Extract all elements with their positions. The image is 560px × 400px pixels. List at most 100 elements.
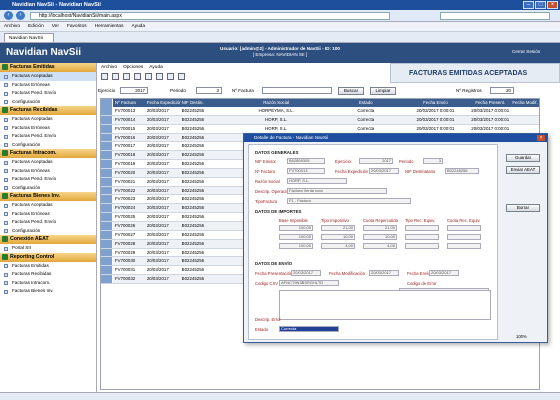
- sidebar-item[interactable]: Facturas Erróneas: [0, 124, 96, 133]
- save-icon[interactable]: [112, 72, 119, 80]
- table-row[interactable]: FV700014 20/03/2017 B02245256 HORP, S.L. Cor…: [101, 115, 539, 125]
- importe-field[interactable]: 21,00: [321, 225, 355, 231]
- importe-field[interactable]: 100,00: [279, 225, 313, 231]
- importe-field[interactable]: [447, 225, 481, 231]
- row-selector[interactable]: [101, 257, 113, 266]
- desc-error-field[interactable]: [279, 290, 491, 320]
- sidebar-item[interactable]: Facturas Aceptadas: [0, 201, 96, 210]
- sidebar-item[interactable]: Facturas Pend. Envío: [0, 218, 96, 227]
- column-header[interactable]: Fecha Modif.: [509, 99, 539, 107]
- sidebar-section-4[interactable]: Conexión AEAT: [0, 235, 96, 244]
- row-selector[interactable]: [101, 133, 113, 142]
- row-selector[interactable]: [101, 160, 113, 168]
- row-selector[interactable]: [101, 107, 113, 115]
- print-icon[interactable]: [123, 72, 130, 80]
- column-header[interactable]: Estado: [330, 99, 400, 107]
- fecha-env-field[interactable]: 20/03/2017: [429, 270, 459, 276]
- importe-field[interactable]: 100,00: [279, 243, 313, 249]
- row-selector[interactable]: [101, 186, 113, 195]
- copy-icon[interactable]: [145, 72, 152, 80]
- browser-menu-2[interactable]: Ver: [52, 24, 59, 29]
- sidebar-item[interactable]: Facturas Aceptadas: [0, 158, 96, 167]
- sidebar-item[interactable]: Configuración: [0, 227, 96, 236]
- maximize-icon[interactable]: □: [535, 1, 546, 9]
- factura-field[interactable]: FV700013: [287, 168, 325, 174]
- sidebar-section-2[interactable]: Facturas Intracom.: [0, 149, 96, 158]
- sidebar-item[interactable]: Facturas Pend. Envío: [0, 89, 96, 98]
- clear-button[interactable]: Limpiar: [370, 86, 396, 95]
- logout-link[interactable]: Cerrar Sesión: [512, 49, 540, 54]
- back-icon[interactable]: ‹: [4, 11, 13, 20]
- column-header[interactable]: Fecha Present.: [469, 99, 509, 107]
- importe-field[interactable]: 4,00: [363, 243, 397, 249]
- importe-field[interactable]: 21,00: [363, 225, 397, 231]
- row-selector[interactable]: [101, 221, 113, 230]
- sidebar-item[interactable]: Facturas Erróneas: [0, 210, 96, 219]
- importe-field[interactable]: 10,00: [363, 234, 397, 240]
- importe-field[interactable]: [405, 243, 439, 249]
- factura-input[interactable]: [262, 87, 332, 94]
- delete-button[interactable]: Borrar: [506, 204, 540, 212]
- main-menu-2[interactable]: Ayuda: [149, 65, 163, 70]
- browser-menu-3[interactable]: Favoritos: [67, 24, 87, 29]
- browser-menu-4[interactable]: Herramientas: [95, 24, 124, 29]
- sidebar-item[interactable]: Facturas Aceptadas: [0, 72, 96, 81]
- nif-dest-field[interactable]: B02245256: [445, 168, 479, 174]
- sidebar-section-3[interactable]: Facturas Bienes Inv.: [0, 192, 96, 201]
- sidebar-item[interactable]: Configuración: [0, 98, 96, 107]
- importe-field[interactable]: [405, 225, 439, 231]
- row-selector[interactable]: [101, 151, 113, 160]
- periodo-field[interactable]: 3: [423, 158, 443, 164]
- importe-field[interactable]: [405, 234, 439, 240]
- main-menu-1[interactable]: Opciones: [123, 65, 143, 70]
- close-icon[interactable]: ×: [547, 1, 558, 9]
- sidebar-section-1[interactable]: Facturas Recibidas: [0, 106, 96, 115]
- row-selector[interactable]: [101, 195, 113, 204]
- search-button[interactable]: Buscar: [338, 86, 364, 95]
- sidebar-item[interactable]: Facturas Aceptadas: [0, 115, 96, 124]
- importe-field[interactable]: [447, 243, 481, 249]
- sidebar-item[interactable]: Portal SII: [0, 244, 96, 253]
- column-header[interactable]: Razón Social: [220, 99, 329, 107]
- column-header[interactable]: Fecha Envío: [400, 99, 470, 107]
- importe-field[interactable]: 10,00: [321, 234, 355, 240]
- tipo-select[interactable]: F1 - Factura: [287, 198, 411, 204]
- export-icon[interactable]: [156, 72, 163, 80]
- excel-icon[interactable]: [167, 72, 174, 80]
- razon-field[interactable]: HORP, S.L.: [287, 178, 347, 184]
- browser-search-input[interactable]: [440, 12, 550, 20]
- fecha-mod-field[interactable]: 20/03/2017: [369, 270, 399, 276]
- row-selector[interactable]: [101, 239, 113, 248]
- row-selector[interactable]: [101, 115, 113, 124]
- row-selector[interactable]: [101, 204, 113, 213]
- column-header[interactable]: NIF Destin.: [181, 99, 221, 107]
- forward-icon[interactable]: ›: [16, 11, 25, 20]
- periodo-input[interactable]: 3: [196, 87, 222, 94]
- minimize-icon[interactable]: –: [523, 1, 534, 9]
- ejercicio-field[interactable]: 2017: [359, 158, 393, 164]
- column-header[interactable]: Fecha Expedición: [145, 99, 181, 107]
- row-selector[interactable]: [101, 213, 113, 221]
- browser-menu-0[interactable]: Archivo: [4, 24, 20, 29]
- sidebar-item[interactable]: Facturas Intracom.: [0, 279, 96, 288]
- browser-menu-1[interactable]: Edición: [28, 24, 44, 29]
- delete-icon[interactable]: [134, 72, 141, 80]
- row-selector[interactable]: [101, 177, 113, 186]
- importe-field[interactable]: 4,00: [321, 243, 355, 249]
- sidebar-item[interactable]: Configuración: [0, 141, 96, 150]
- sidebar-section-5[interactable]: Reporting Control: [0, 252, 96, 262]
- row-selector[interactable]: [101, 248, 113, 257]
- sidebar-item[interactable]: Facturas Pend. Envío: [0, 175, 96, 184]
- sidebar-item[interactable]: Configuración: [0, 184, 96, 193]
- save-button[interactable]: Guardar: [506, 154, 540, 162]
- sidebar-item[interactable]: Facturas Pend. Envío: [0, 132, 96, 141]
- sidebar-item[interactable]: Facturas Erróneas: [0, 167, 96, 176]
- row-selector[interactable]: [101, 168, 113, 177]
- row-selector[interactable]: [101, 230, 113, 239]
- sidebar-item[interactable]: Facturas Emitidas: [0, 262, 96, 271]
- sidebar-item[interactable]: Facturas Recibidas: [0, 270, 96, 279]
- row-selector[interactable]: [101, 142, 113, 151]
- send-aeat-button[interactable]: Enviar AEAT: [506, 166, 540, 174]
- sidebar-item[interactable]: Facturas Erróneas: [0, 81, 96, 90]
- dialog-close-icon[interactable]: ×: [537, 135, 545, 141]
